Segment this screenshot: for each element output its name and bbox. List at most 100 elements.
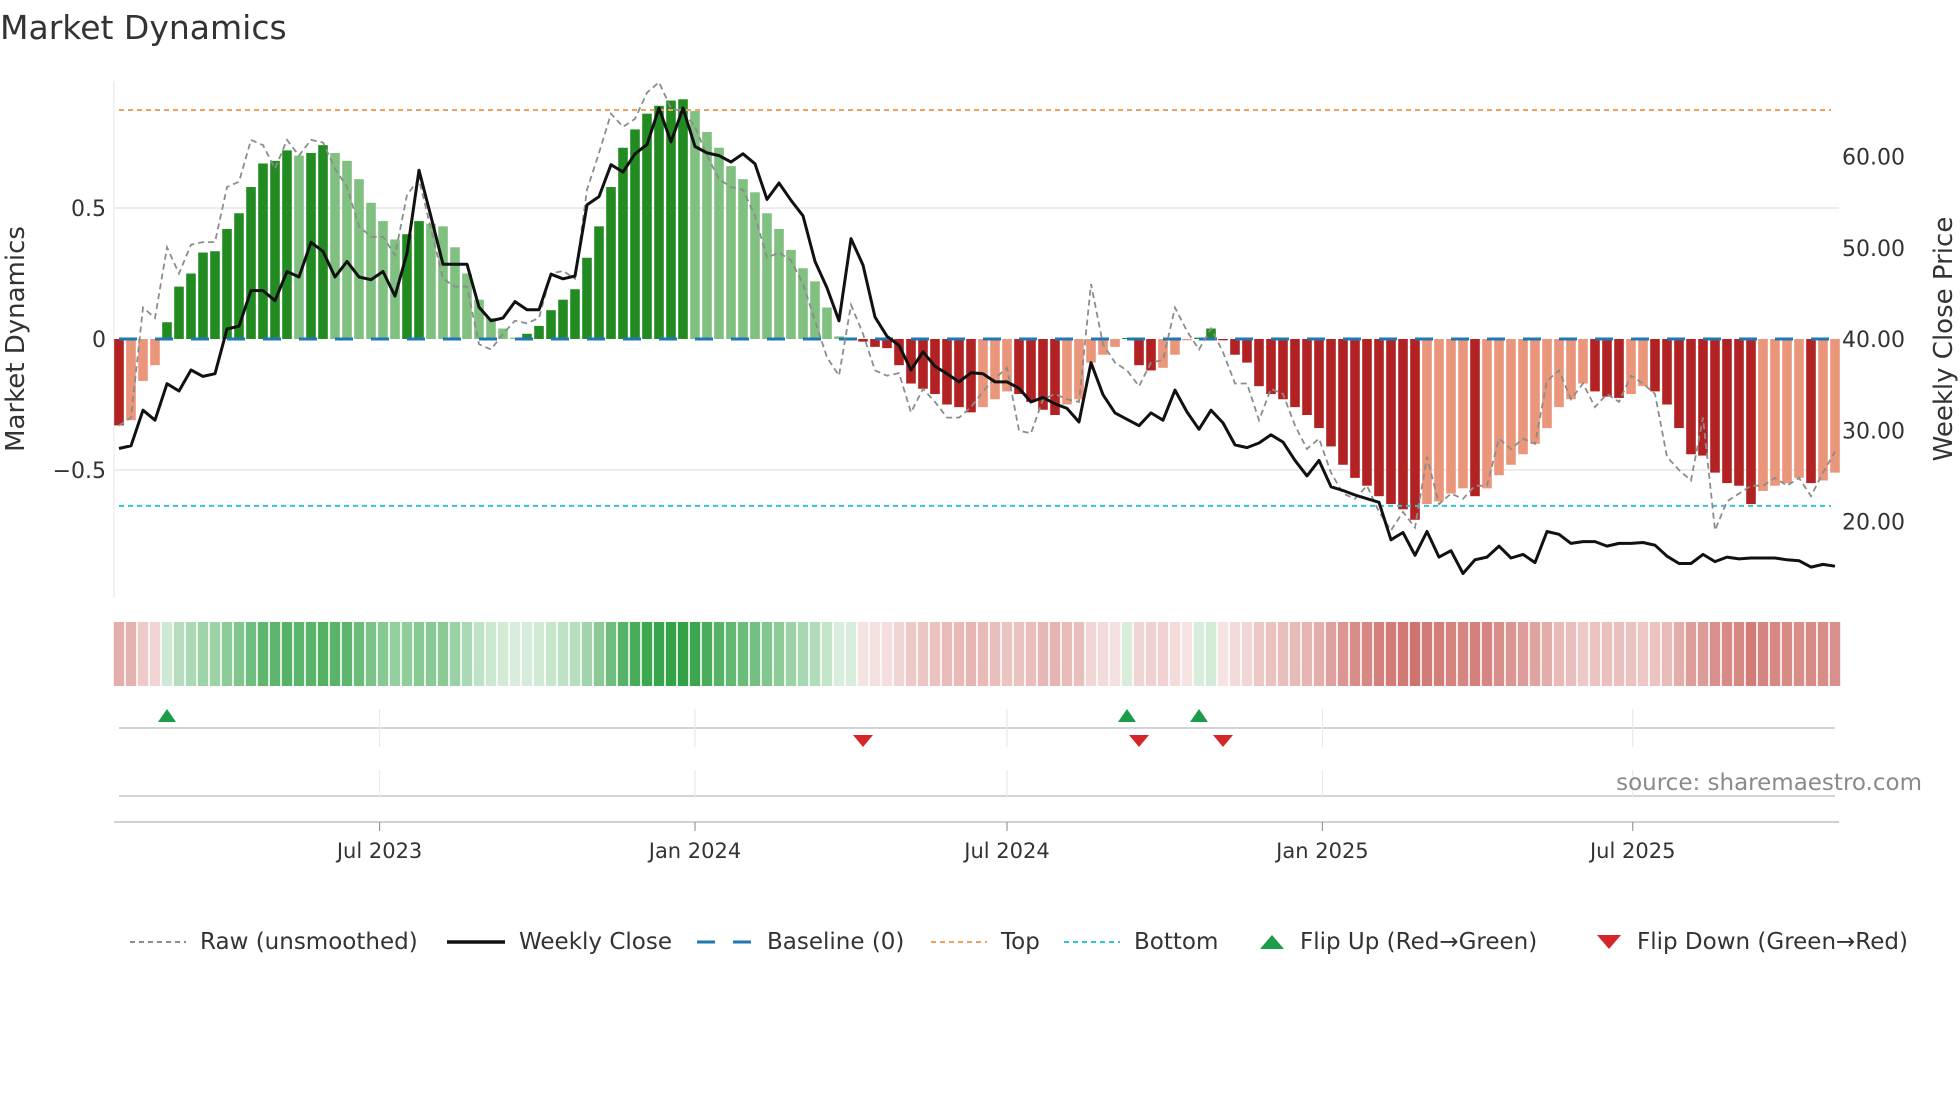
heat-cell (665, 622, 677, 686)
dynamics-bar (1590, 339, 1600, 392)
heat-cell (329, 622, 341, 686)
bottom-line-swatch-icon (1064, 941, 1120, 943)
y2-tick-label: 60.00 (1842, 146, 1905, 171)
heat-cell (533, 622, 545, 686)
dynamics-bar (1026, 339, 1036, 402)
heat-cell (1733, 622, 1745, 686)
heat-cell (1505, 622, 1517, 686)
heat-cell (1493, 622, 1505, 686)
dynamics-bar (582, 257, 592, 339)
heat-cell (1397, 622, 1409, 686)
dynamics-bar (1350, 339, 1360, 478)
heat-cell (305, 622, 317, 686)
heat-cell (701, 622, 713, 686)
heat-cell (1481, 622, 1493, 686)
heat-cell (1061, 622, 1073, 686)
dynamics-bar (954, 339, 964, 408)
dynamics-bar (858, 339, 868, 342)
dynamics-bar (1134, 339, 1144, 366)
heat-cell (1277, 622, 1289, 686)
heat-cell (917, 622, 929, 686)
flip-up-marker-icon (158, 709, 176, 722)
x-tick-label: Jan 2024 (647, 839, 742, 863)
legend-item-top: Top (931, 922, 1040, 962)
heat-cell (509, 622, 521, 686)
heat-cell (401, 622, 413, 686)
heat-cell (1745, 622, 1757, 686)
raw-line (118, 80, 1836, 532)
dynamics-bar (426, 223, 436, 339)
dynamics-bar (1530, 339, 1540, 444)
heat-cell (293, 622, 305, 686)
triangle-up-icon (1260, 935, 1284, 949)
dynamics-bar (1794, 339, 1804, 478)
heat-cell (989, 622, 1001, 686)
heat-cell (185, 622, 197, 686)
dynamics-bar (810, 281, 820, 339)
baseline-swatch-icon (697, 940, 753, 944)
dynamics-bar (786, 249, 796, 339)
heat-cell (1337, 622, 1349, 686)
heat-cell (1157, 622, 1169, 686)
heat-cell (641, 622, 653, 686)
dynamics-bar (246, 187, 256, 339)
heat-cell (893, 622, 905, 686)
heat-cell (737, 622, 749, 686)
flip-down-marker-icon (853, 735, 873, 747)
heat-cell (1265, 622, 1277, 686)
dynamics-bar (762, 213, 772, 339)
heat-cell (1217, 622, 1229, 686)
heat-cell (497, 622, 509, 686)
dynamics-bar (1290, 339, 1300, 408)
x-tick-label: Jan 2025 (1274, 839, 1369, 863)
dynamics-bar (678, 99, 688, 340)
heat-cell (857, 622, 869, 686)
heat-cell (1613, 622, 1625, 686)
heat-cell (1373, 622, 1385, 686)
dynamics-bar (1314, 339, 1324, 429)
dynamics-bar (558, 299, 568, 339)
dynamics-bar (258, 163, 268, 339)
dynamics-bar (1770, 339, 1780, 486)
triangle-down-icon (1597, 935, 1621, 949)
heat-cell (1121, 622, 1133, 686)
heat-cell (617, 622, 629, 686)
legend-item-baseline: Baseline (0) (697, 922, 904, 962)
dynamics-bar (354, 179, 364, 339)
dynamics-bar (1326, 339, 1336, 447)
dynamics-bar (1230, 339, 1240, 355)
heat-cell (749, 622, 761, 686)
dynamics-bar (1782, 339, 1792, 484)
heat-cell (725, 622, 737, 686)
dynamics-bar (1806, 339, 1816, 484)
heat-cell (1301, 622, 1313, 686)
dynamics-bar (1758, 339, 1768, 491)
legend-label: Flip Up (Red→Green) (1300, 929, 1538, 955)
dynamics-bar (1170, 339, 1180, 355)
dynamics-bar (990, 339, 1000, 400)
heat-cell (1817, 622, 1829, 686)
heat-cell (197, 622, 209, 686)
legend-item-flip-down: Flip Down (Green→Red) (1595, 922, 1908, 962)
dynamics-bar (1578, 339, 1588, 384)
dynamics-bar (198, 252, 208, 339)
heat-cell (437, 622, 449, 686)
heat-cell (1673, 622, 1685, 686)
dynamics-bar (438, 226, 448, 339)
heat-cell (173, 622, 185, 686)
dynamics-bar (1482, 339, 1492, 489)
heat-cell (149, 622, 161, 686)
dynamics-bar (1518, 339, 1528, 455)
heat-cell (1025, 622, 1037, 686)
y-tick-label: 0 (92, 328, 106, 353)
dynamics-bar (210, 251, 220, 339)
heat-cell (581, 622, 593, 686)
heat-cell (1589, 622, 1601, 686)
heat-cell (1529, 622, 1541, 686)
heat-cell (953, 622, 965, 686)
dynamics-bar (1746, 339, 1756, 505)
heat-cell (605, 622, 617, 686)
heat-cell (929, 622, 941, 686)
heat-cell (1685, 622, 1697, 686)
dynamics-bar (1074, 339, 1084, 400)
